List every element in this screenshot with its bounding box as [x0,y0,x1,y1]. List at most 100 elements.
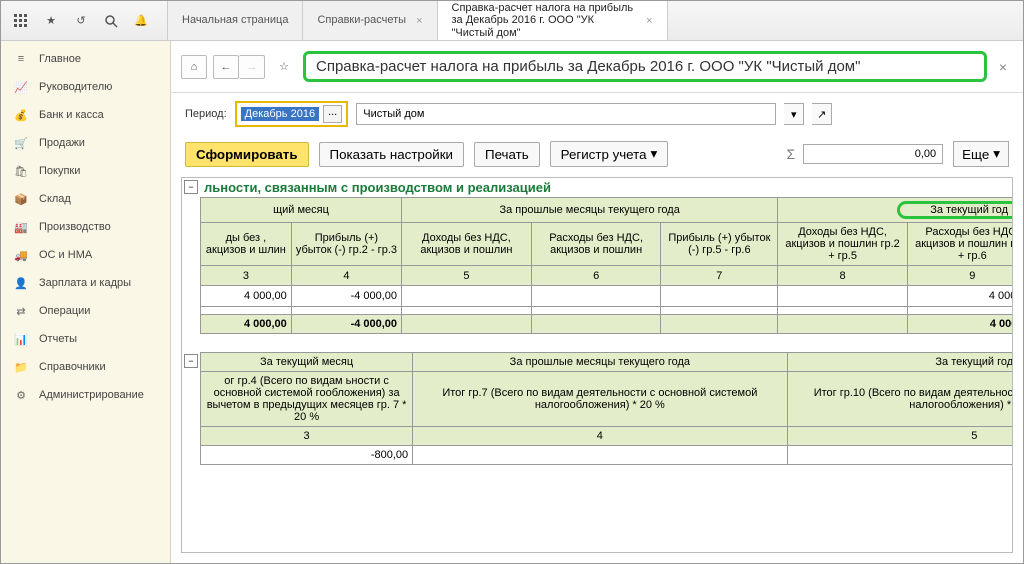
tab-current-report[interactable]: Справка-расчет налога на прибыль за Дека… [438,1,668,40]
sum-field[interactable]: 0,00 [803,144,943,164]
collapse-toggle[interactable]: − [184,354,198,368]
cell: -4 000,00 [291,286,401,307]
period-input[interactable]: Декабрь 2016 ... [235,101,349,127]
sidebar-item-sales[interactable]: 🛒 Продажи [1,129,170,157]
coin-icon: 💰 [13,107,29,123]
th: Итог гр.7 (Всего по видам деятельности с… [413,372,787,427]
button-label: Сформировать [196,147,298,162]
button-label: Еще [962,147,989,162]
history-icon[interactable]: ↺ [69,9,93,33]
th: За текущий месяц [201,353,413,372]
filter-row: Период: Декабрь 2016 ... Чистый дом ▾ ↗ [171,93,1023,135]
more-button[interactable]: Еще ▾ [953,141,1009,167]
generate-button[interactable]: Сформировать [185,142,309,167]
sidebar-item-operations[interactable]: ⇄ Операции [1,297,170,325]
th: За прошлые месяцы текущего года [413,353,787,372]
button-label: Регистр учета [561,147,647,162]
title-row: ⌂ ← → ☆ Справка-расчет налога на прибыль… [171,41,1023,93]
table-row-total: 4 000,00 -4 000,00 4 000,00 -4 000,00 [201,315,1014,334]
report-table-1: щий месяц За прошлые месяцы текущего год… [200,197,1013,334]
button-label: Печать [485,147,529,162]
apps-icon[interactable] [9,9,33,33]
sidebar-item-main[interactable]: ≡ Главное [1,45,170,73]
section-title: льности, связанным с производством и реа… [200,178,1013,197]
sidebar-item-reports[interactable]: 📊Отчеты [1,325,170,353]
sidebar-item-label: Склад [39,193,71,205]
sidebar-item-catalogs[interactable]: 📁Справочники [1,353,170,381]
factory-icon: 🏭 [13,219,29,235]
th: Расходы без НДС, акцизов и пошлин [531,223,661,266]
th: Расходы без НДС, акцизов и пошлин гр.3 +… [907,223,1013,266]
bell-icon[interactable]: 🔔 [129,9,153,33]
sidebar-item-label: Покупки [39,165,80,177]
period-value: Декабрь 2016 [241,107,319,121]
organization-input[interactable]: Чистый дом [356,103,776,125]
cell: -800,00 [201,446,413,465]
register-button[interactable]: Регистр учета ▾ [550,141,669,167]
sidebar-item-production[interactable]: 🏭 Производство [1,213,170,241]
tab-home[interactable]: Начальная страница [167,1,303,40]
sidebar-item-manager[interactable]: 📈Руководителю [1,73,170,101]
th: 4 [413,427,787,446]
header-current-month: щий месяц [201,198,402,223]
th: 9 [907,266,1013,286]
back-button[interactable]: ← [213,55,239,79]
th: Итог гр.10 (Всего по видам деятельности … [787,372,1013,427]
sidebar-item-label: Производство [39,221,111,233]
report-area[interactable]: − льности, связанным с производством и р… [181,177,1013,553]
table-row [201,307,1014,315]
star-icon[interactable]: ★ [39,9,63,33]
chevron-down-icon: ▾ [651,146,658,162]
search-icon[interactable] [99,9,123,33]
sidebar-item-purchases[interactable]: 🛍Покупки [1,157,170,185]
gear-icon: ⚙ [13,387,29,403]
menu-icon: ≡ [13,51,29,67]
sidebar-item-label: ОС и НМА [39,249,92,261]
page-title: Справка-расчет налога на прибыль за Дека… [303,51,987,82]
sidebar-item-label: Администрирование [39,389,144,401]
report-table-2: За текущий месяц За прошлые месяцы текущ… [200,352,1013,465]
sidebar-item-bank[interactable]: 💰Банк и касса [1,101,170,129]
sidebar-item-label: Операции [39,305,90,317]
close-icon[interactable]: × [646,15,652,27]
settings-button[interactable]: Показать настройки [319,142,464,167]
sidebar-item-admin[interactable]: ⚙ Администрирование [1,381,170,409]
sidebar: ≡ Главное 📈Руководителю 💰Банк и касса 🛒 Пр… [1,41,171,563]
th: 5 [787,427,1013,446]
th: 3 [201,266,292,286]
sidebar-item-warehouse[interactable]: 📦Склад [1,185,170,213]
org-dropdown-button[interactable]: ▾ [784,103,804,125]
print-button[interactable]: Печать [474,142,540,167]
period-label: Период: [185,108,227,120]
org-open-button[interactable]: ↗ [812,103,832,125]
cell: 4 000,00 [201,315,292,334]
ops-icon: ⇄ [13,303,29,319]
th: Доходы без НДС, акцизов и пошлин [402,223,532,266]
th: 3 [201,427,413,446]
sidebar-item-label: Зарплата и кадры [39,277,131,289]
cart-icon: 🛒 [13,135,29,151]
cell: 4 000,00 [201,286,292,307]
sidebar-item-salary[interactable]: 👤Зарплата и кадры [1,269,170,297]
th: 8 [778,266,908,286]
forward-button[interactable]: → [239,55,265,79]
th: ог гр.4 (Всего по видам ьности с основно… [201,372,413,427]
sidebar-item-label: Продажи [39,137,85,149]
period-picker-button[interactable]: ... [323,105,342,123]
favorite-button[interactable]: ☆ [271,55,297,79]
close-icon[interactable]: × [416,15,422,27]
tab-reports[interactable]: Справки-расчеты× [303,1,437,40]
sidebar-item-label: Главное [39,53,81,65]
home-button[interactable]: ⌂ [181,55,207,79]
collapse-toggle[interactable]: − [184,180,198,194]
chart-icon: 📈 [13,79,29,95]
table-row: 4 000,00 -4 000,00 4 000,00 -4 000,00 [201,286,1014,307]
sidebar-item-assets[interactable]: 🚚 ОС и НМА [1,241,170,269]
th: ды без , акцизов и шлин [201,223,292,266]
top-toolbar: ★ ↺ 🔔 Начальная страница Справки-расчеты… [1,1,1023,41]
report-icon: 📊 [13,331,29,347]
close-page-button[interactable]: × [993,59,1013,75]
cell: -4 000,00 [291,315,401,334]
chevron-down-icon: ▾ [993,146,1000,162]
truck-icon: 🚚 [13,247,29,263]
